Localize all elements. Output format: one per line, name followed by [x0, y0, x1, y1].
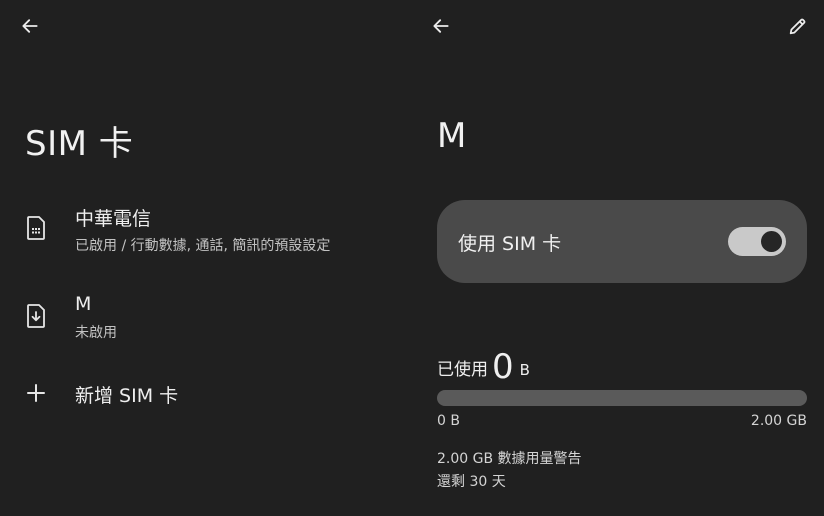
- sim-item-chunghwa[interactable]: 中華電信 已啟用 / 行動數據, 通話, 簡訊的預設設定: [0, 198, 412, 262]
- use-sim-label: 使用 SIM 卡: [458, 233, 562, 255]
- data-usage-summary: 已使用 0 B: [437, 344, 530, 387]
- page-title: SIM 卡: [25, 124, 134, 164]
- sim-item-title: M: [75, 293, 92, 315]
- back-button[interactable]: [14, 10, 46, 42]
- pencil-icon: [789, 18, 806, 35]
- add-sim-label: 新增 SIM 卡: [75, 385, 179, 407]
- sim-item-subtitle: 已啟用 / 行動數據, 通話, 簡訊的預設設定: [75, 238, 331, 254]
- days-remaining-text: 還剩 30 天: [437, 474, 506, 490]
- switch-thumb: [761, 231, 782, 252]
- usage-max-label: 2.00 GB: [750, 413, 807, 429]
- usage-value: 0: [492, 347, 514, 387]
- usage-min-label: 0 B: [437, 413, 460, 429]
- sim-card-icon: [22, 214, 50, 242]
- arrow-left-icon: [22, 19, 38, 33]
- plus-icon: [22, 379, 50, 407]
- sim-item-subtitle: 未啟用: [75, 325, 117, 341]
- data-warning-text: 2.00 GB 數據用量警告: [437, 451, 582, 467]
- usage-prefix: 已使用: [437, 360, 488, 380]
- back-button[interactable]: [425, 10, 457, 42]
- sim-item-title: 中華電信: [75, 208, 152, 230]
- sim-item-m[interactable]: M 未啟用: [0, 285, 412, 349]
- arrow-left-icon: [433, 19, 449, 33]
- esim-download-icon: [22, 302, 50, 330]
- use-sim-toggle-card[interactable]: 使用 SIM 卡: [437, 200, 807, 283]
- add-sim-item[interactable]: 新增 SIM 卡: [0, 370, 412, 416]
- usage-unit: B: [519, 361, 530, 379]
- usage-progress-bar: [437, 390, 807, 406]
- screen: SIM 卡 中華電信 已啟用 / 行動數據, 通話, 簡訊的預設設定 M 未啟用…: [0, 0, 824, 516]
- edit-button[interactable]: [782, 10, 814, 42]
- sim-list-pane: SIM 卡 中華電信 已啟用 / 行動數據, 通話, 簡訊的預設設定 M 未啟用…: [0, 0, 412, 516]
- sim-detail-pane: M 使用 SIM 卡 已使用 0 B 0 B 2.00 GB 2.00 GB 數據用…: [412, 0, 824, 516]
- use-sim-switch[interactable]: [728, 227, 786, 256]
- sim-name-title: M: [437, 116, 467, 156]
